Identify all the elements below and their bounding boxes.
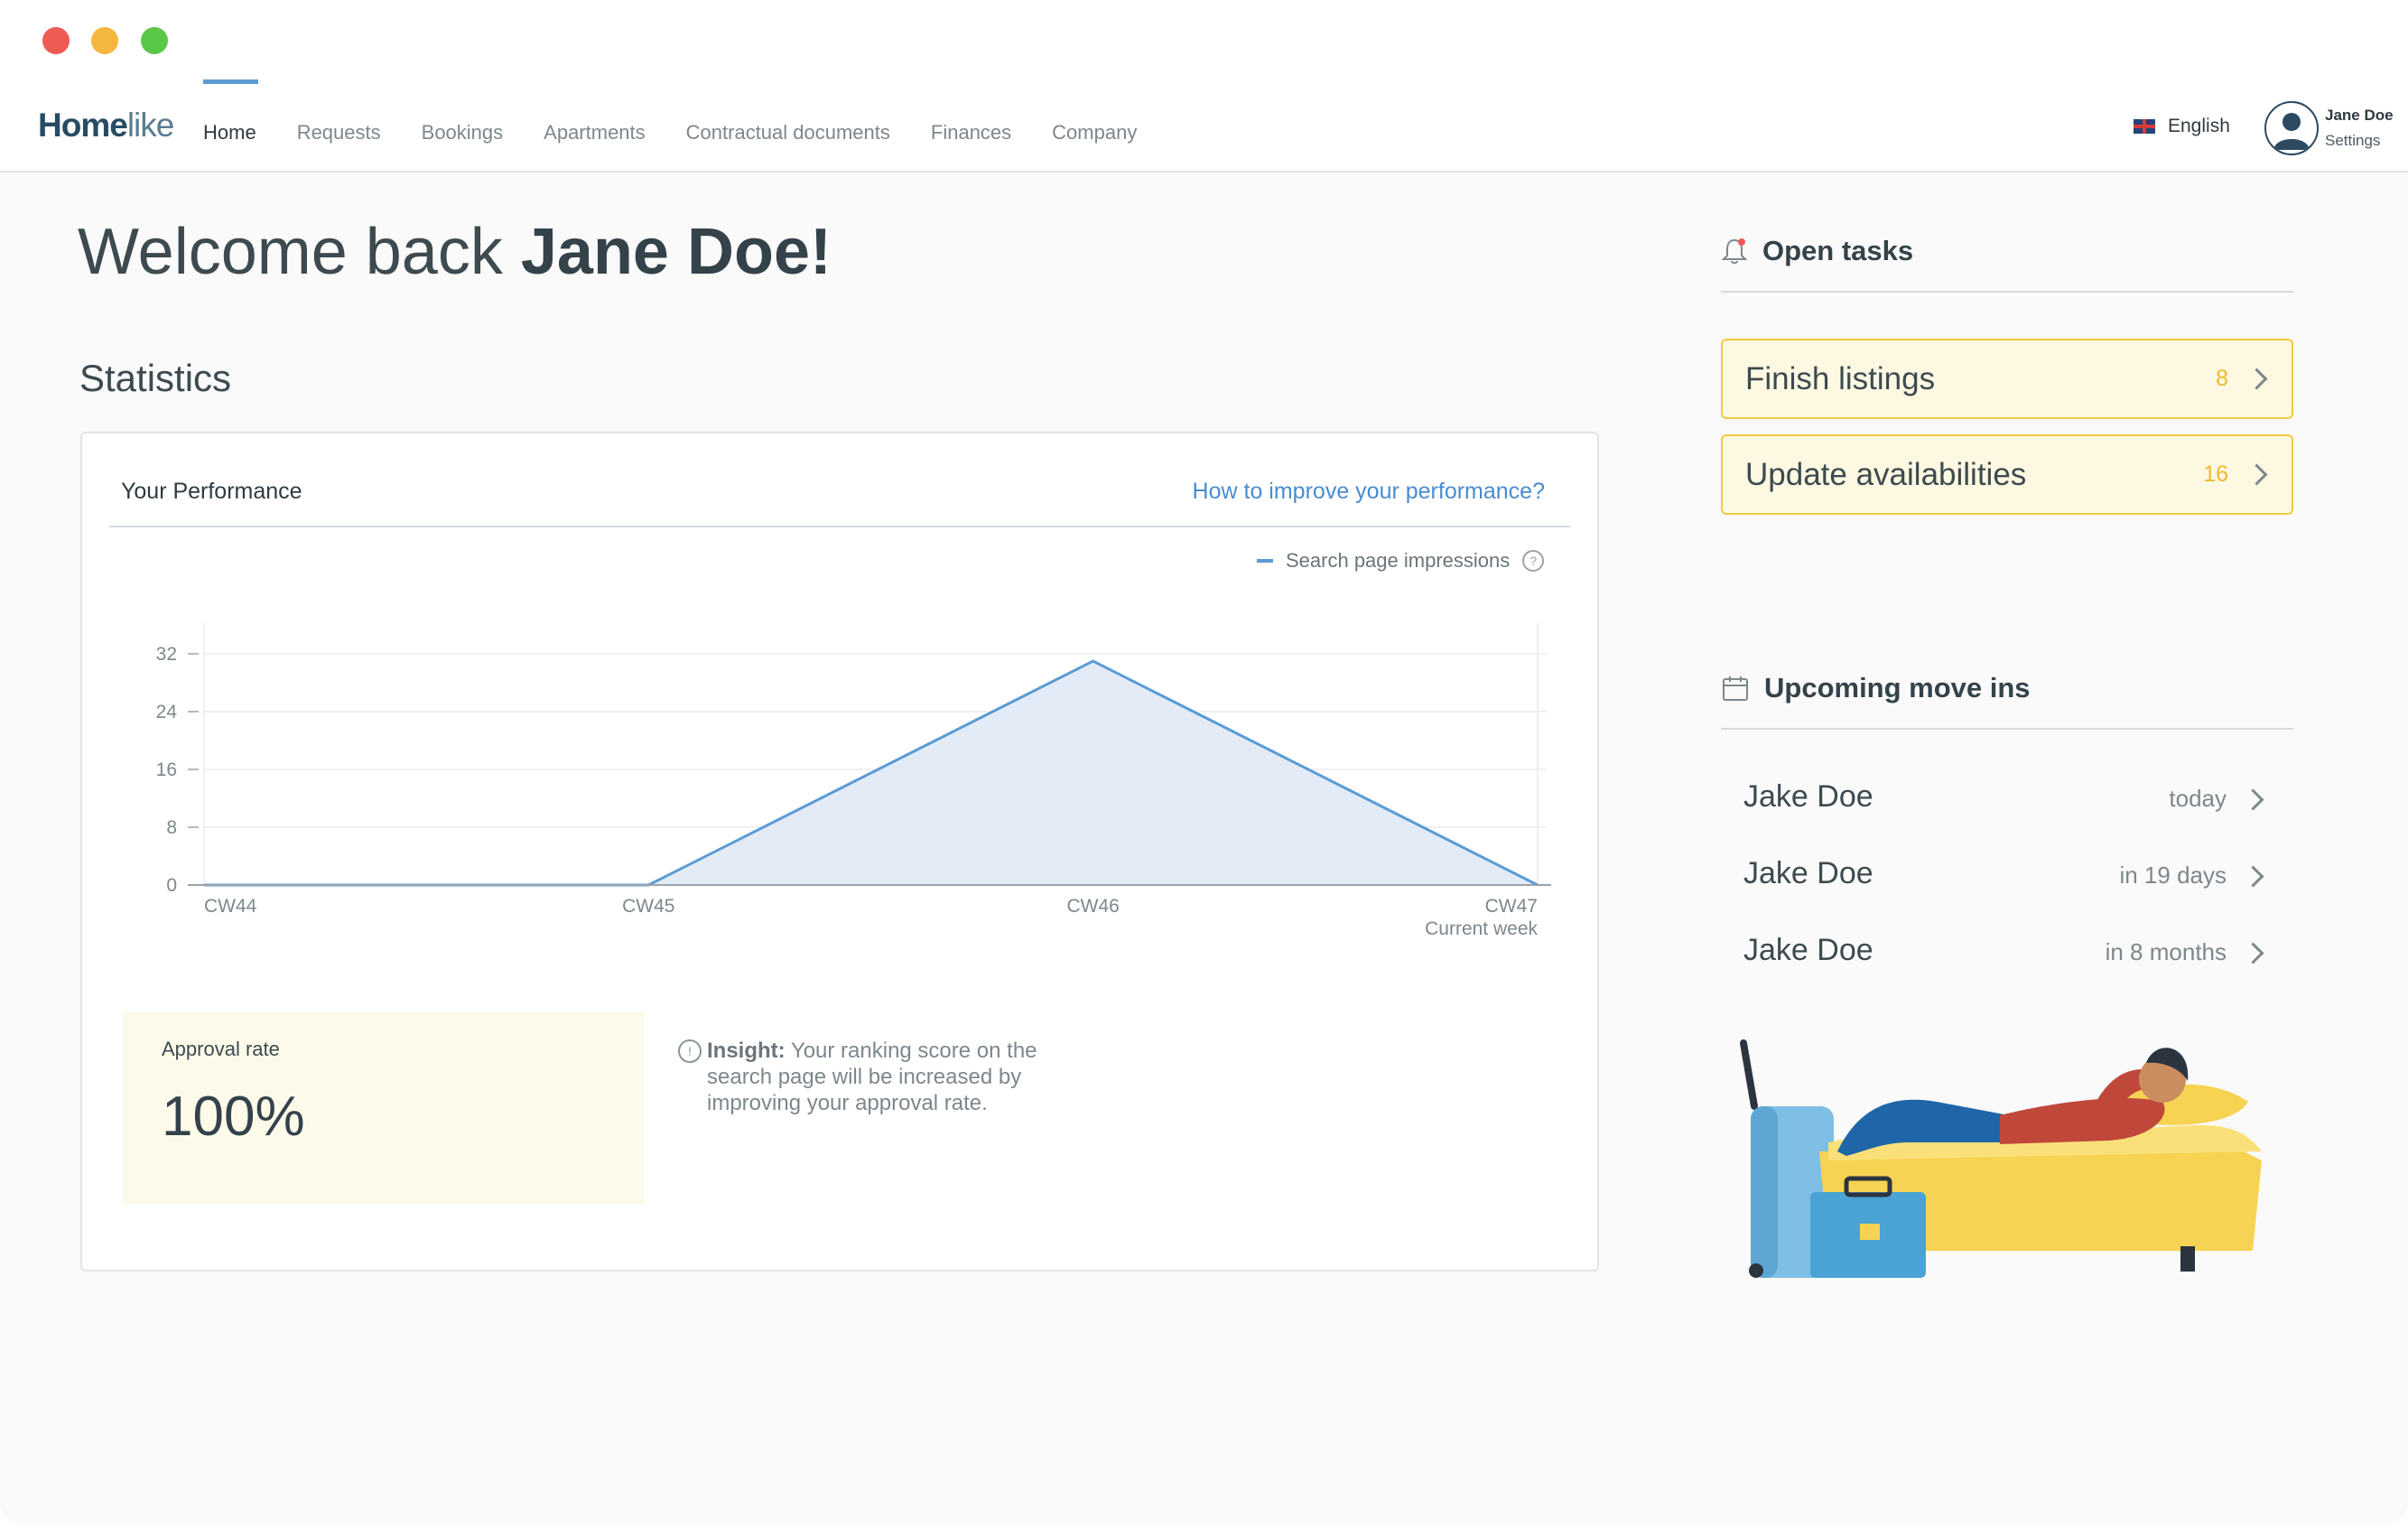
task-count: 16: [2203, 461, 2228, 487]
impressions-chart: 0 8 16 24 32 CW44 CW45 CW46 CW47Current week: [156, 623, 1551, 939]
window-minimize-button[interactable]: [91, 27, 118, 54]
main-nav: Home Requests Bookings Apartments Contra…: [203, 121, 1177, 144]
move-in-item[interactable]: Jake Doe today: [1721, 767, 2293, 830]
current-week-label: Current week: [1425, 918, 1538, 939]
nav-item-apartments[interactable]: Apartments: [544, 121, 646, 144]
task-count: 8: [2216, 366, 2228, 391]
welcome-heading: Welcome back Jane Doe!: [78, 215, 832, 289]
uk-flag-icon: [2134, 119, 2155, 134]
move-in-date: in 19 days: [2119, 862, 2227, 889]
x-tick-label: CW45: [622, 896, 674, 917]
nav-item-home[interactable]: Home: [203, 121, 256, 144]
relaxing-person-illustration: [1740, 1039, 2262, 1278]
y-tick-label: 8: [166, 817, 177, 838]
chart-legend: Search page impressions ?: [1257, 549, 1545, 573]
bell-icon: [1721, 238, 1748, 265]
move-ins-divider: [1721, 728, 2293, 730]
nav-item-contractual-documents[interactable]: Contractual documents: [686, 121, 890, 144]
top-navigation-bar: Homelike Home Requests Bookings Apartmen…: [0, 0, 2408, 172]
insight-text: ! Insight: Your ranking score on the sea…: [678, 1038, 1104, 1116]
move-in-date: in 8 months: [2105, 938, 2227, 965]
improve-performance-link[interactable]: How to improve your performance?: [1193, 479, 1545, 505]
move-in-name: Jake Doe: [1743, 933, 1873, 967]
open-tasks-header: Open tasks: [1721, 235, 1913, 267]
task-finish-listings[interactable]: Finish listings 8: [1721, 339, 2293, 419]
y-tick-label: 32: [156, 644, 177, 665]
move-in-item[interactable]: Jake Doe in 8 months: [1721, 920, 2293, 983]
app-window: Homelike Home Requests Bookings Apartmen…: [0, 0, 2408, 1524]
approval-rate-value: 100%: [162, 1085, 305, 1148]
y-tick-label: 24: [156, 702, 178, 722]
calendar-icon: [1723, 676, 1748, 701]
legend-label: Search page impressions: [1286, 549, 1511, 572]
language-label: English: [2168, 116, 2230, 136]
approval-rate-box: Approval rate 100%: [123, 1012, 645, 1204]
upcoming-move-ins-title: Upcoming move ins: [1764, 672, 2031, 703]
nav-item-company[interactable]: Company: [1052, 121, 1137, 144]
insight-label: Insight:: [707, 1039, 786, 1063]
chevron-right-icon: [2242, 865, 2264, 888]
window-maximize-button[interactable]: [141, 27, 168, 54]
user-name[interactable]: Jane Doe: [2325, 107, 2394, 125]
y-tick-label: 0: [166, 875, 177, 896]
chevron-right-icon: [2242, 788, 2264, 811]
chevron-right-icon: [2245, 368, 2268, 390]
task-label: Update availabilities: [1745, 457, 2027, 492]
chevron-right-icon: [2242, 942, 2264, 964]
legend-swatch: [1257, 559, 1273, 563]
nav-item-bookings[interactable]: Bookings: [422, 121, 504, 144]
move-in-item[interactable]: Jake Doe in 19 days: [1721, 843, 2293, 907]
move-in-name: Jake Doe: [1743, 779, 1873, 814]
upcoming-move-ins-header: Upcoming move ins: [1721, 672, 2031, 704]
homelike-logo[interactable]: Homelike: [38, 107, 175, 144]
move-in-name: Jake Doe: [1743, 856, 1873, 890]
help-icon[interactable]: ?: [1522, 550, 1545, 572]
logo-text-bold: Home: [38, 107, 128, 144]
language-selector[interactable]: English: [2134, 116, 2230, 137]
nav-item-finances[interactable]: Finances: [931, 121, 1011, 144]
chevron-right-icon: [2245, 463, 2268, 486]
user-avatar[interactable]: [2264, 101, 2319, 155]
info-icon: !: [678, 1039, 702, 1063]
task-update-availabilities[interactable]: Update availabilities 16: [1721, 434, 2293, 515]
x-tick-label: CW46: [1066, 896, 1119, 917]
settings-link[interactable]: Settings: [2325, 132, 2380, 150]
performance-title: Your Performance: [121, 479, 302, 504]
y-tick-label: 16: [156, 759, 177, 780]
approval-rate-label: Approval rate: [162, 1038, 280, 1060]
user-avatar-icon: [2273, 113, 2310, 150]
card-divider: [109, 526, 1570, 527]
nav-item-requests[interactable]: Requests: [297, 121, 381, 144]
welcome-name: Jane Doe!: [520, 216, 832, 288]
welcome-prefix: Welcome back: [78, 216, 521, 288]
open-tasks-divider: [1721, 291, 2293, 293]
logo-text-light: like: [126, 107, 175, 144]
move-in-date: today: [2169, 785, 2227, 812]
task-label: Finish listings: [1745, 361, 1936, 396]
open-tasks-title: Open tasks: [1762, 235, 1914, 266]
active-nav-indicator: [203, 79, 258, 84]
statistics-title: Statistics: [79, 357, 232, 399]
x-tick-label: CW44: [204, 896, 257, 917]
performance-card: Your Performance How to improve your per…: [80, 432, 1599, 1272]
window-close-button[interactable]: [42, 27, 70, 54]
x-tick-label: CW47: [1485, 896, 1538, 917]
